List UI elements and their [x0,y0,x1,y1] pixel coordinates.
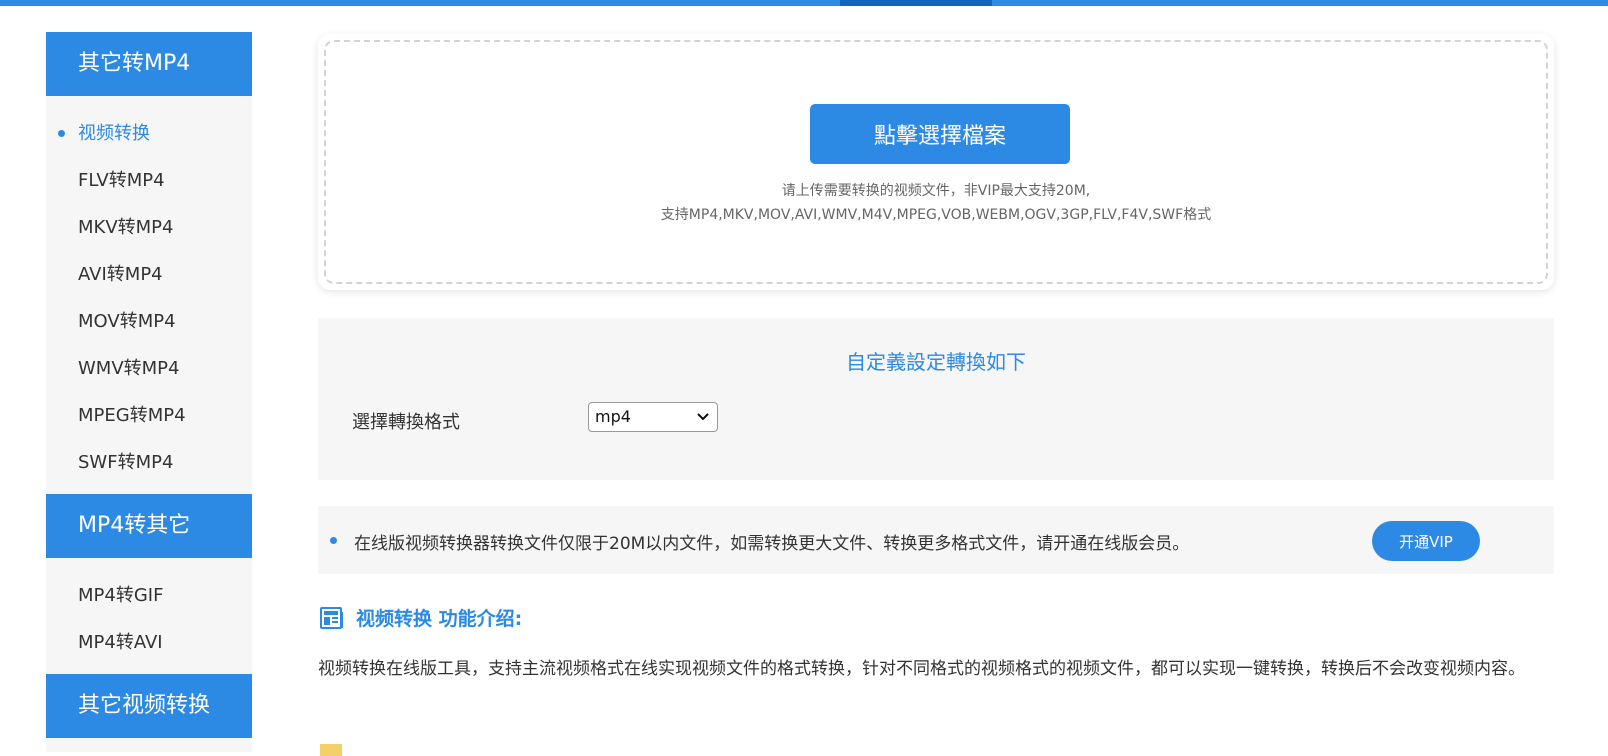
intro-title: 视频转换 功能介绍: [356,608,523,630]
sidebar: 其它转MP4 视频转换 FLV转MP4 MKV转MP4 AVI转MP4 MOV转… [46,32,252,752]
sidebar-item-label: SWF转MP4 [78,452,174,473]
upload-note-line2: 支持MP4,MKV,MOV,AVI,WMV,M4V,MPEG,VOB,WEBM,… [660,207,1212,223]
sidebar-item-mp4-avi[interactable]: MP4转AVI [46,619,252,666]
news-icon [320,607,343,629]
size-limit-notice: 在线版视频转换器转换文件仅限于20M以内文件，如需转换更大文件、转换更多格式文件… [318,506,1554,574]
sidebar-item-label: AVI转MP4 [78,264,163,285]
sidebar-item-mpeg-mp4[interactable]: MPEG转MP4 [46,392,252,439]
intro-description: 视频转换在线版工具，支持主流视频格式在线实现视频文件的格式转换，针对不同格式的视… [318,659,1525,679]
sidebar-section-header[interactable]: MP4转其它 [46,494,252,558]
choose-file-button[interactable]: 點擊選擇檔案 [810,104,1070,164]
section-marker [320,744,342,756]
sidebar-item-label: WMV转MP4 [78,358,180,379]
sidebar-section-header[interactable]: 其它视频转换 [46,674,252,738]
sidebar-section-header[interactable]: 其它转MP4 [46,32,252,96]
top-nav-bar [0,0,1608,6]
bullet-icon [330,537,337,544]
sidebar-item-label: MP4转AVI [78,632,163,653]
chevron-down-icon [697,413,709,421]
top-nav-active-tab[interactable] [840,0,992,6]
format-label: 選擇轉換格式 [352,412,460,433]
format-select[interactable]: mp4 [588,402,718,432]
sidebar-item-label: 视频转换 [78,123,150,144]
sidebar-item-swf-mp4[interactable]: SWF转MP4 [46,439,252,486]
upload-note-line1: 请上传需要转换的视频文件，非VIP最大支持20M, [781,183,1091,199]
sidebar-item-label: MOV转MP4 [78,311,176,332]
sidebar-item-label: MP4转GIF [78,585,164,606]
format-select-value: mp4 [595,407,631,426]
conversion-settings-panel: 自定義設定轉換如下 選擇轉換格式 mp4 [318,318,1554,480]
upload-dropzone[interactable]: 點擊選擇檔案 请上传需要转换的视频文件，非VIP最大支持20M, 支持MP4,M… [318,34,1554,290]
open-vip-button[interactable]: 开通VIP [1372,521,1480,561]
sidebar-item-flv-mp4[interactable]: FLV转MP4 [46,157,252,204]
sidebar-item-mkv-mp4[interactable]: MKV转MP4 [46,204,252,251]
upload-dashed-border: 點擊選擇檔案 请上传需要转换的视频文件，非VIP最大支持20M, 支持MP4,M… [324,40,1548,284]
sidebar-item-mov-mp4[interactable]: MOV转MP4 [46,298,252,345]
sidebar-item-label: MKV转MP4 [78,217,174,238]
sidebar-item-mp4-gif[interactable]: MP4转GIF [46,572,252,619]
sidebar-item-avi-mp4[interactable]: AVI转MP4 [46,251,252,298]
sidebar-item-label: MPEG转MP4 [78,405,186,426]
active-bullet-icon [58,130,65,137]
sidebar-item-video-convert[interactable]: 视频转换 [46,110,252,157]
notice-text: 在线版视频转换器转换文件仅限于20M以内文件，如需转换更大文件、转换更多格式文件… [354,534,1190,554]
settings-title: 自定義設定轉換如下 [846,350,1026,374]
sidebar-item-label: FLV转MP4 [78,170,165,191]
sidebar-item-wmv-mp4[interactable]: WMV转MP4 [46,345,252,392]
